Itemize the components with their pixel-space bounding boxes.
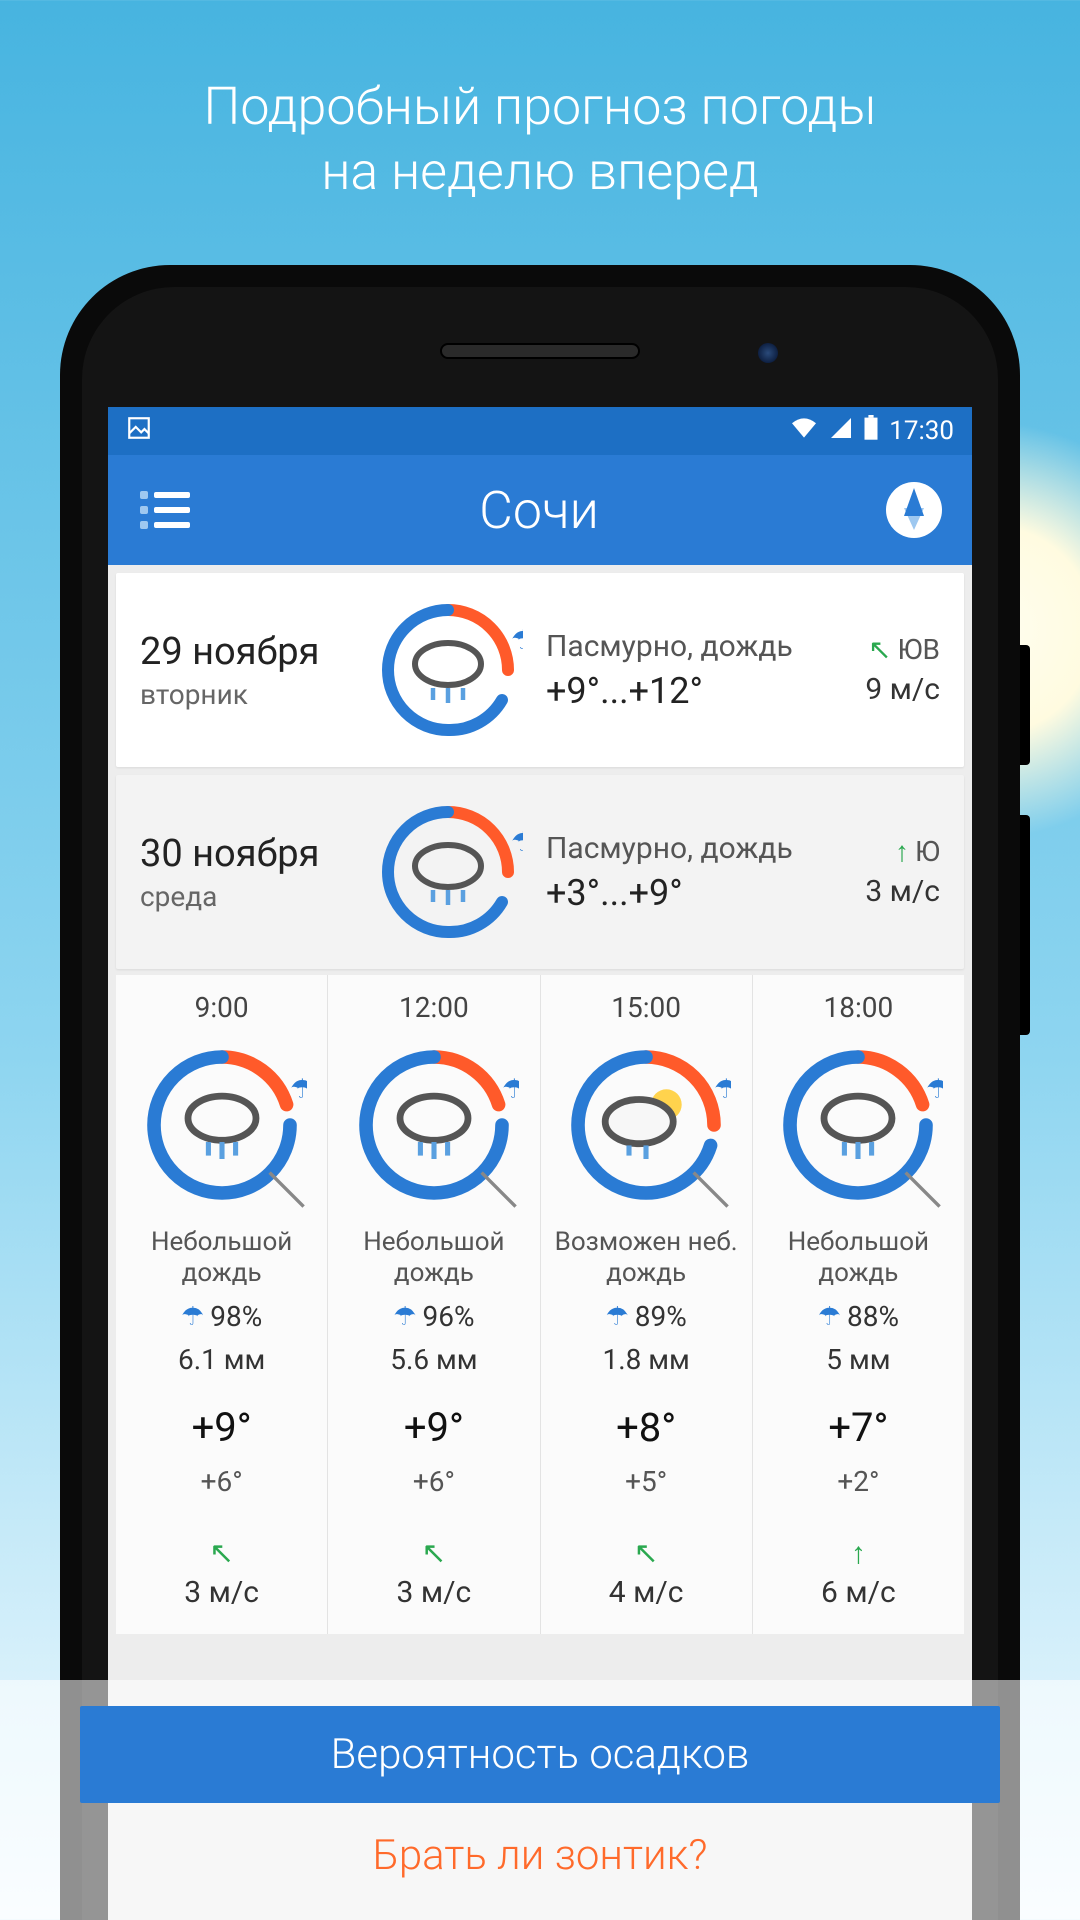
weather-ring-icon: ☂	[137, 1040, 307, 1210]
umbrella-icon: ☂	[605, 1302, 628, 1332]
hour-temp-lo: +5°	[625, 1465, 667, 1498]
svg-text:☂: ☂	[714, 1073, 731, 1105]
hour-desc: Возможен неб. дождь	[547, 1226, 746, 1290]
menu-list-icon[interactable]	[138, 483, 192, 537]
hour-column[interactable]: 9:00 ☂ Небольшой дождь	[116, 975, 328, 1634]
app-header: Сочи	[108, 455, 972, 565]
phone-side-button	[1020, 645, 1030, 765]
hour-prob: 88%	[847, 1300, 899, 1333]
wind-arrow-icon: ↖	[397, 1536, 472, 1571]
signal-icon	[829, 416, 853, 447]
hour-temp-hi: +7°	[828, 1404, 888, 1451]
hourly-grid: 9:00 ☂ Небольшой дождь	[116, 975, 964, 1634]
hour-time: 15:00	[611, 991, 681, 1024]
city-title[interactable]: Сочи	[192, 480, 886, 541]
gallery-icon	[126, 415, 152, 448]
hour-wind-speed: 3 м/с	[397, 1575, 472, 1610]
hour-temp-lo: +6°	[201, 1465, 243, 1498]
svg-text:☂: ☂	[502, 1073, 519, 1105]
wind-speed: 3 м/с	[820, 874, 940, 909]
day-date: 29 ноября	[140, 630, 350, 674]
hour-temp-hi: +9°	[404, 1404, 464, 1451]
promo-line-1: Подробный прогноз погоды	[0, 74, 1080, 139]
hour-precip: 5 мм	[826, 1343, 890, 1376]
wind-arrow-icon: ↑	[895, 835, 909, 868]
weather-ring-icon: ☂	[373, 595, 523, 745]
hour-time: 18:00	[824, 991, 894, 1024]
hour-desc: Небольшой дождь	[122, 1226, 321, 1290]
svg-text:☂: ☂	[511, 826, 523, 858]
battery-icon	[863, 415, 879, 448]
day-temps: +9°...+12°	[546, 670, 802, 712]
weather-ring-icon: ☂	[373, 797, 523, 947]
promo-headline: Подробный прогноз погоды на неделю впере…	[0, 0, 1080, 204]
hour-precip: 5.6 мм	[390, 1343, 477, 1376]
phone-frame: 17:30 Сочи 29 ноября вторник	[60, 265, 1020, 1920]
hour-temp-hi: +8°	[616, 1404, 676, 1451]
weather-ring-icon: ☂	[561, 1040, 731, 1210]
hour-wind-speed: 6 м/с	[821, 1575, 896, 1610]
hour-time: 9:00	[195, 991, 249, 1024]
day-weekday: вторник	[140, 678, 350, 711]
wifi-icon	[789, 416, 819, 447]
hour-wind-speed: 3 м/с	[184, 1575, 259, 1610]
hour-prob: 96%	[423, 1300, 475, 1333]
wind-arrow-icon: ↑	[821, 1536, 896, 1571]
umbrella-icon: ☂	[818, 1302, 841, 1332]
hour-time: 12:00	[399, 991, 469, 1024]
phone-side-button	[1020, 815, 1030, 1035]
hour-column[interactable]: 18:00 ☂ Небольшой дождь	[753, 975, 964, 1634]
day-row[interactable]: 30 ноября среда ☂	[116, 775, 964, 969]
wind-arrow-icon: ↖	[609, 1536, 684, 1571]
hour-precip: 6.1 мм	[178, 1343, 265, 1376]
wind-arrow-icon: ↖	[184, 1536, 259, 1571]
precip-banner[interactable]: Вероятность осадков	[80, 1706, 1000, 1803]
hour-temp-hi: +9°	[192, 1404, 252, 1451]
bottom-overlay: Вероятность осадков Брать ли зонтик?	[0, 1680, 1080, 1920]
wind-speed: 9 м/с	[820, 672, 940, 707]
weather-ring-icon: ☂	[349, 1040, 519, 1210]
weather-ring-icon: ☂	[773, 1040, 943, 1210]
hour-desc: Небольшой дождь	[759, 1226, 958, 1290]
day-temps: +3°...+9°	[546, 872, 802, 914]
umbrella-icon: ☂	[181, 1302, 204, 1332]
day-desc: Пасмурно, дождь	[546, 629, 802, 664]
day-row[interactable]: 29 ноября вторник ☂	[116, 573, 964, 767]
hour-prob: 89%	[635, 1300, 687, 1333]
question-text: Брать ли зонтик?	[0, 1831, 1080, 1880]
clock-text: 17:30	[889, 416, 954, 446]
hour-precip: 1.8 мм	[602, 1343, 689, 1376]
svg-text:☂: ☂	[290, 1073, 307, 1105]
hour-temp-lo: +2°	[837, 1465, 879, 1498]
hour-desc: Небольшой дождь	[334, 1226, 533, 1290]
day-weekday: среда	[140, 880, 350, 913]
hour-column[interactable]: 12:00 ☂ Небольшой дождь	[328, 975, 540, 1634]
wind-dir: ЮВ	[898, 633, 940, 666]
hour-wind-speed: 4 м/с	[609, 1575, 684, 1610]
hour-temp-lo: +6°	[413, 1465, 455, 1498]
status-bar: 17:30	[108, 407, 972, 455]
phone-front-camera	[758, 343, 778, 363]
svg-text:☂: ☂	[926, 1073, 943, 1105]
phone-speaker	[440, 343, 640, 359]
promo-line-2: на неделю вперед	[0, 139, 1080, 204]
svg-text:☂: ☂	[511, 624, 523, 656]
wind-dir: Ю	[915, 835, 940, 868]
wind-arrow-icon: ↖	[868, 633, 891, 666]
day-desc: Пасмурно, дождь	[546, 831, 802, 866]
hour-prob: 98%	[210, 1300, 262, 1333]
umbrella-icon: ☂	[393, 1302, 416, 1332]
day-date: 30 ноября	[140, 832, 350, 876]
hour-column[interactable]: 15:00 ☂ Возможен неб. д	[541, 975, 753, 1634]
compass-icon[interactable]	[886, 482, 942, 538]
